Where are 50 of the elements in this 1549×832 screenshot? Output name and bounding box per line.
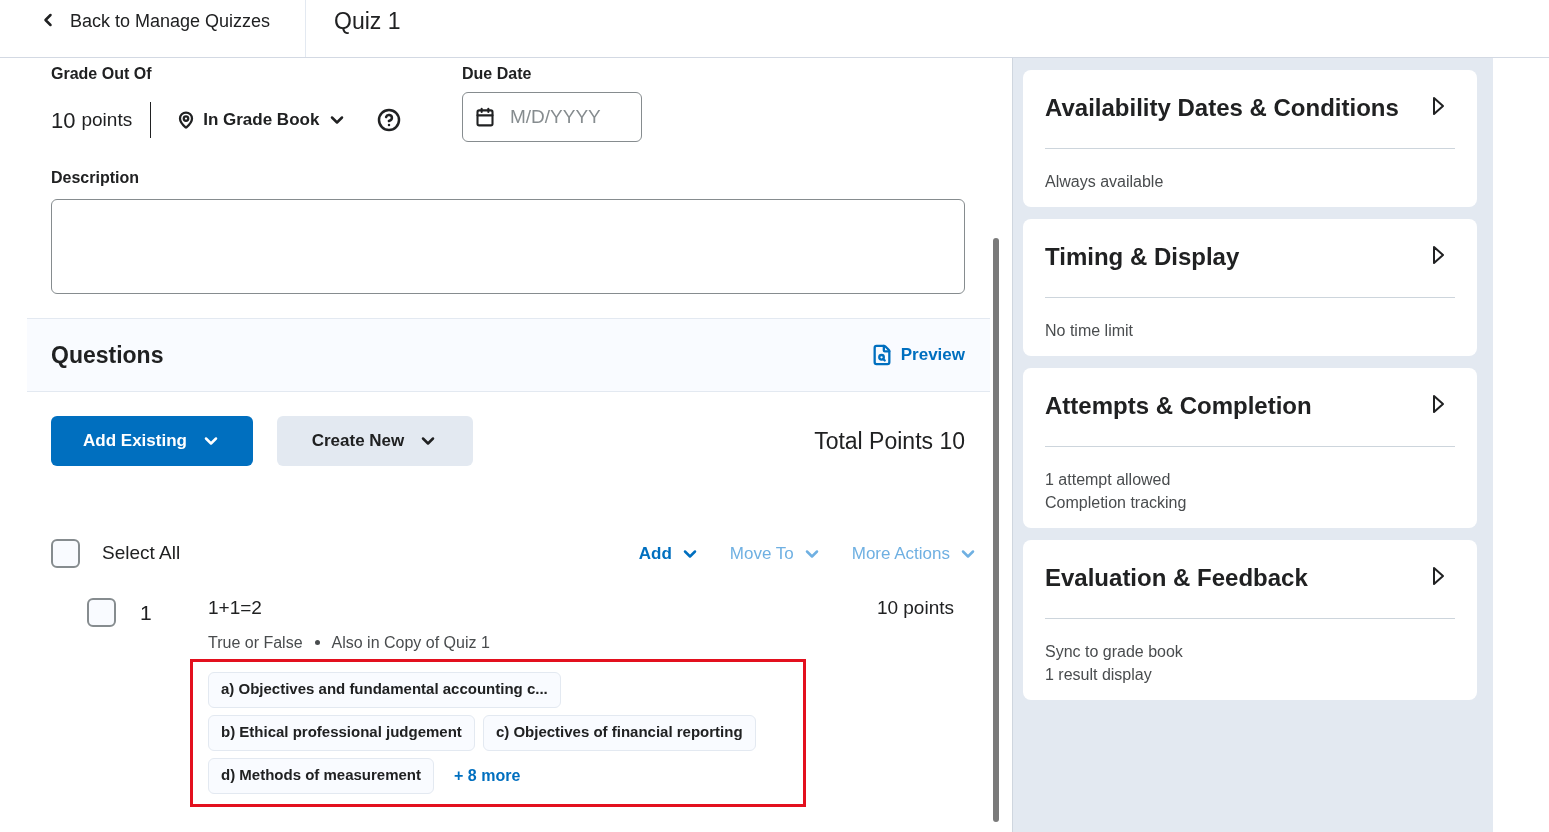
date-field[interactable]: M/D/YYYY [462,92,642,142]
description-field[interactable] [51,199,965,294]
back-link[interactable]: Back to Manage Quizzes [0,0,306,57]
page-title: Quiz 1 [333,7,401,36]
outcome-tag: b) Ethical professional judgement [208,714,475,751]
checkbox[interactable] [87,598,116,627]
calendar-icon [475,107,495,127]
card-summary: Always available [1045,172,1165,192]
question-points: 10 points [876,596,954,620]
grade-book-dropdown[interactable]: In Grade Book [177,107,348,133]
more-outcomes-link[interactable]: + 8 more [442,757,533,794]
triangle-caret-icon [1432,566,1445,586]
question-number: 1 [140,600,153,626]
card-title: Attempts & Completion [1045,391,1312,421]
card-summary: 1 result display [1045,665,1153,685]
settings-card[interactable]: Attempts & Completion 1 attempt allowed Completion tracking [1023,368,1477,528]
card-summary: Sync to grade book [1045,642,1184,662]
card-title: Timing & Display [1045,242,1240,272]
also-in-text: Also in Copy of Quiz 1 [331,632,490,653]
card-summary: No time limit [1045,321,1134,341]
select-all-label: Select All [102,541,181,566]
settings-card[interactable]: Timing & Display No time limit [1023,219,1477,356]
triangle-caret-icon [1432,96,1445,116]
grade-value: 10 points [51,102,152,138]
triangle-caret-icon [1432,394,1445,414]
outcome-tag: c) Objectives of financial reporting [482,714,756,751]
section-title: Questions [51,340,164,370]
card-summary: 1 attempt allowed [1045,470,1172,490]
field-label: Description [51,168,140,188]
grade-unit: points [81,107,133,132]
action-dropdown[interactable]: Add [638,540,700,567]
card-summary: Completion tracking [1045,493,1188,513]
settings-card[interactable]: Evaluation & Feedback Sync to grade book 1 result display [1023,540,1477,700]
outcome-tag: d) Methods of measurement [208,757,435,794]
add-existing-button[interactable]: Add Existing [51,416,253,466]
checkbox[interactable] [51,539,80,568]
help-icon[interactable] [377,108,402,132]
total-points: Total Points 10 [814,426,965,456]
pin-icon [177,111,196,129]
field-label: Grade Out Of [51,64,153,84]
question-text: 1+1=2 [208,596,262,620]
card-title: Availability Dates & Conditions [1045,93,1399,123]
settings-card[interactable]: Availability Dates & Conditions Always available [1023,70,1477,207]
outcome-tag: a) Objectives and fundamental accounting c... [208,671,561,708]
card-title: Evaluation & Feedback [1045,563,1308,593]
triangle-caret-icon [1432,245,1445,265]
create-new-button[interactable]: Create New [277,416,473,466]
field-label: Due Date [462,64,533,84]
question-type: True or False [208,632,303,653]
preview-link[interactable]: Preview [870,342,965,368]
